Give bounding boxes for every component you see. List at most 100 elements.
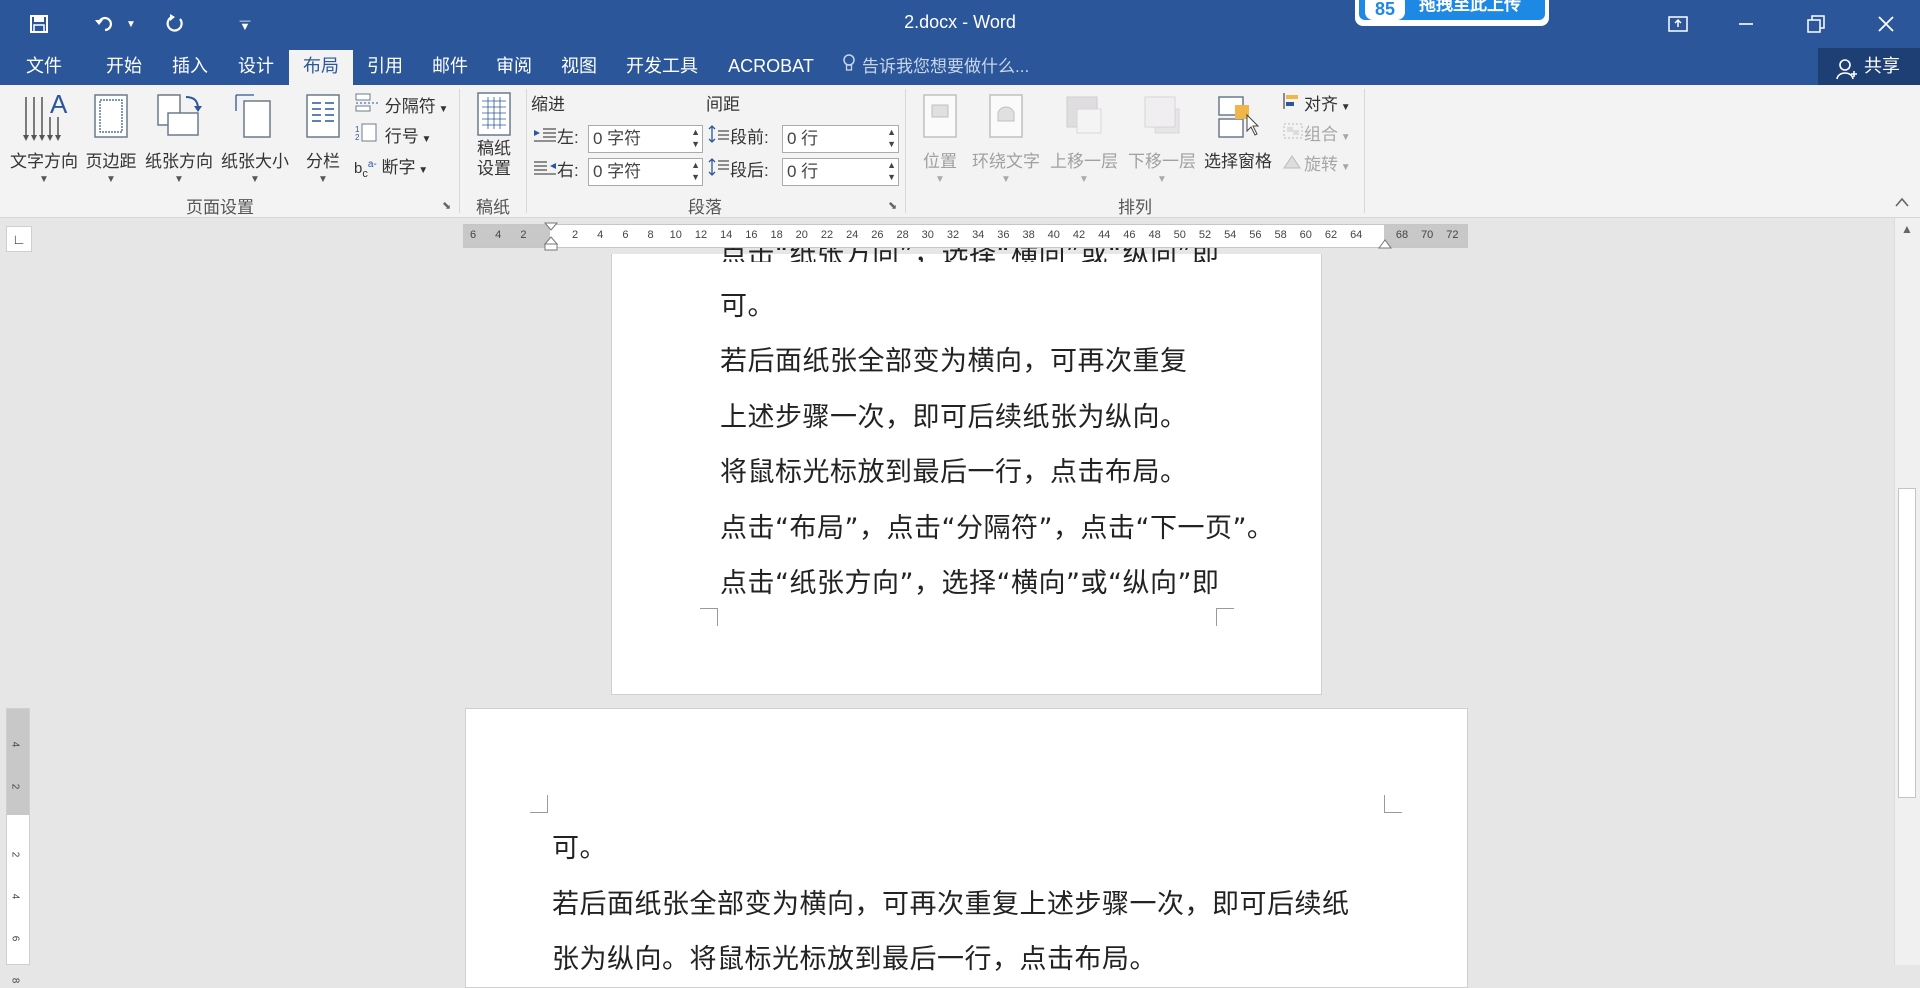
vertical-ruler[interactable]: 4 2 2 4 6 8 (6, 708, 30, 983)
page-setup-launcher-icon[interactable]: ⬊ (442, 199, 451, 212)
chevron-down-icon: ▼ (250, 174, 260, 185)
text-direction-button[interactable]: A 文字方向 ▼ (4, 89, 84, 185)
collapse-ribbon-icon[interactable] (1894, 195, 1910, 213)
indent-right-input[interactable]: 0 字符 ▲ ▼ (588, 158, 703, 186)
ruler-tick: 6 (469, 229, 477, 241)
ruler-tick: 36 (997, 229, 1010, 241)
close-icon[interactable] (1852, 0, 1920, 48)
breaks-button[interactable]: 分隔符 ▼ (354, 92, 448, 118)
selection-pane-icon (1198, 91, 1278, 147)
ruler-tick: 8 (647, 229, 654, 241)
ruler-tick: 68 (1395, 229, 1409, 241)
bring-forward-button[interactable]: 上移一层 ▼ (1044, 91, 1124, 185)
text-direction-icon: A (4, 89, 84, 147)
tab-references[interactable]: 引用 (352, 48, 418, 85)
size-button[interactable]: 纸张大小 ▼ (216, 91, 294, 185)
manuscript-settings-label-1: 稿纸 (477, 139, 511, 158)
manuscript-settings-button[interactable]: 稿纸 设置 (464, 91, 524, 179)
ruler-tick: 62 (1324, 229, 1338, 241)
group-button[interactable]: 组合 ▼ (1282, 122, 1351, 148)
bring-forward-icon (1044, 91, 1124, 147)
manuscript-group-label: 稿纸 (476, 198, 510, 217)
tab-layout[interactable]: 布局 (289, 50, 353, 85)
hyphenation-icon: bca- (354, 159, 377, 180)
selection-pane-button[interactable]: 选择窗格 (1198, 91, 1278, 172)
indent-label: 缩进 (531, 95, 565, 114)
ruler-tick: 24 (846, 229, 859, 241)
right-indent-marker-icon[interactable] (1378, 237, 1392, 255)
columns-icon (298, 91, 348, 147)
document-page-2[interactable]: 可。 若后面纸张全部变为横向，可再次重复上述步骤一次，即可后续纸 张为纵向。将鼠… (465, 708, 1468, 988)
lightbulb-icon (842, 48, 856, 85)
scrollbar-thumb[interactable] (1898, 488, 1916, 798)
tell-me-search[interactable]: 告诉我您想要做什么... (842, 48, 1029, 85)
indent-marker-icon[interactable] (543, 222, 559, 257)
tab-file[interactable]: 文件 (10, 48, 78, 85)
spacing-after-input[interactable]: 0 行 ▲ ▼ (782, 158, 899, 186)
tab-developer[interactable]: 开发工具 (612, 48, 712, 85)
minimize-icon[interactable] (1712, 0, 1780, 48)
ruler-tick: 42 (1072, 229, 1086, 241)
line-numbers-icon: 12 (354, 123, 385, 146)
vertical-ruler-tick: 8 (9, 977, 21, 984)
margins-button[interactable]: 页边距 ▼ (80, 91, 142, 185)
spacing-before-input[interactable]: 0 行 ▲ ▼ (782, 125, 899, 153)
chevron-down-icon: ▼ (1157, 174, 1167, 185)
paragraph-line: 可。 (552, 833, 607, 864)
spacing-after-icon (708, 158, 730, 180)
spinner-arrows-icon[interactable]: ▲ ▼ (691, 126, 700, 150)
margin-corner-mark (700, 608, 718, 626)
scroll-up-icon[interactable]: ▲ (1894, 222, 1920, 236)
chevron-down-icon: ▼ (106, 174, 116, 185)
tab-selector-icon[interactable]: ∟ (6, 226, 32, 252)
tab-home[interactable]: 开始 (90, 48, 158, 85)
tab-acrobat[interactable]: ACROBAT (718, 48, 824, 85)
chevron-down-icon: ▼ (39, 174, 49, 185)
paragraph-line: 若后面纸张全部变为横向，可再次重复上述步骤一次，即可后续纸 (552, 889, 1350, 920)
rotate-button[interactable]: 旋转 ▼ (1282, 152, 1351, 178)
vertical-ruler-tick: 2 (9, 851, 21, 858)
svg-text:2: 2 (355, 133, 360, 142)
spinner-arrows-icon[interactable]: ▲ ▼ (887, 126, 896, 150)
restore-icon[interactable] (1782, 0, 1850, 48)
ruler-tick: 50 (1173, 229, 1186, 241)
vertical-scrollbar[interactable]: ▲ (1894, 218, 1920, 965)
wrap-text-button[interactable]: 环绕文字 ▼ (966, 91, 1046, 185)
chevron-down-icon: ▼ (1079, 174, 1089, 185)
text-direction-label: 文字方向 (10, 152, 78, 171)
document-page-1[interactable]: 点击“纸张方向”，选择“横向”或“纵向”即 可。 若后面纸张全部变为横向，可再次… (611, 248, 1322, 695)
tab-mailings[interactable]: 邮件 (416, 48, 484, 85)
line-numbers-label: 行号 (384, 127, 419, 146)
hyphenation-button[interactable]: bca- 断字 ▼ (354, 152, 428, 180)
orientation-button[interactable]: 纸张方向 ▼ (140, 91, 218, 185)
paragraph-line: 点击“纸张方向”，选择“横向”或“纵向”即 (720, 568, 1220, 599)
ruler-tick: 52 (1198, 229, 1212, 241)
send-backward-button[interactable]: 下移一层 ▼ (1122, 91, 1202, 185)
columns-button[interactable]: 分栏 ▼ (298, 91, 348, 185)
upload-badge[interactable]: 拖拽至此上传 85 (1355, 0, 1549, 26)
ruler-top-margin (7, 709, 29, 815)
orientation-icon (140, 91, 218, 147)
indent-left-input[interactable]: 0 字符 ▲ ▼ (588, 125, 703, 153)
share-label: 共享 (1864, 56, 1900, 76)
breaks-icon (354, 93, 385, 116)
indent-right-icon (533, 161, 557, 180)
spinner-arrows-icon[interactable]: ▲ ▼ (887, 159, 896, 183)
position-button[interactable]: 位置 ▼ (912, 91, 968, 185)
ruler-tick: 34 (972, 229, 985, 241)
ribbon-display-options-icon[interactable] (1644, 0, 1712, 48)
line-numbers-button[interactable]: 12 行号 ▼ (354, 122, 431, 148)
ruler-tick: 72 (1446, 229, 1459, 241)
spinner-arrows-icon[interactable]: ▲ ▼ (691, 159, 700, 183)
align-icon (1282, 93, 1304, 114)
tab-view[interactable]: 视图 (545, 48, 613, 85)
align-button[interactable]: 对齐 ▼ (1282, 92, 1351, 118)
horizontal-ruler[interactable]: 6 4 2 2 4 6 8 10 12 14 16 18 20 22 24 26 28 30 32 34 36 38 40 4… (463, 222, 1468, 251)
ruler-tick: 14 (720, 229, 733, 241)
tab-design[interactable]: 设计 (222, 48, 290, 85)
spacing-before-label: 段前: (708, 125, 769, 151)
paragraph-launcher-icon[interactable]: ⬊ (888, 199, 897, 212)
tab-review[interactable]: 审阅 (480, 48, 548, 85)
tab-insert[interactable]: 插入 (156, 48, 224, 85)
share-button[interactable]: 共享 (1818, 48, 1920, 85)
